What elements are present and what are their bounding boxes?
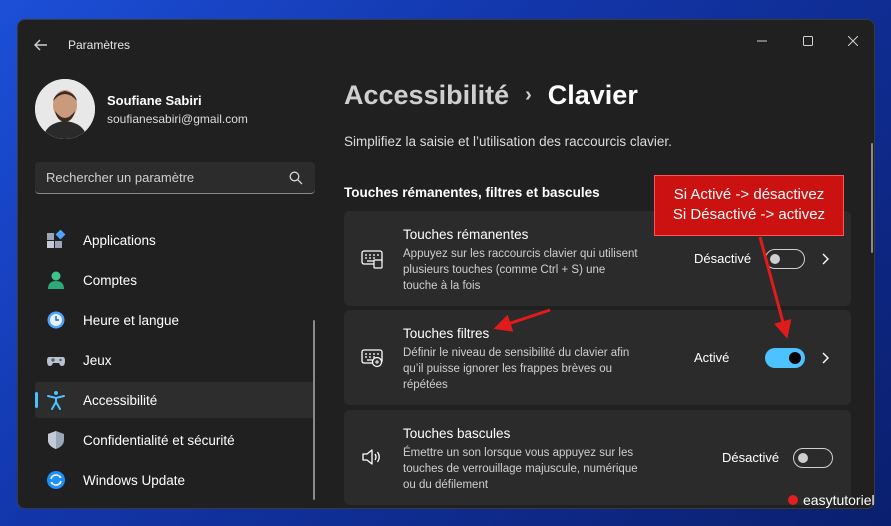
accounts-icon (45, 269, 67, 291)
sidebar-item-label: Windows Update (83, 472, 186, 488)
speaker-icon (362, 449, 380, 465)
avatar[interactable] (35, 79, 95, 139)
main-scrollbar[interactable] (871, 143, 873, 253)
chevron-right-icon[interactable] (819, 249, 833, 269)
search-input[interactable] (46, 170, 281, 185)
user-email: soufianesabiri@gmail.com (107, 112, 248, 126)
shield-icon (45, 429, 67, 451)
sidebar-item-label: Confidentialité et sécurité (83, 432, 235, 448)
chevron-right-icon[interactable] (819, 348, 833, 368)
annotation-callout: Si Activé -> désactivez Si Désactivé -> … (654, 175, 844, 236)
windows-update-icon (45, 469, 67, 491)
toggle-keys-toggle[interactable] (793, 448, 833, 468)
toggle-knob (770, 254, 780, 264)
watermark-text: easytutoriel (803, 492, 875, 508)
back-button[interactable] (30, 34, 52, 56)
filter-keys-icon (361, 349, 383, 368)
sidebar-item-label: Heure et langue (83, 312, 180, 328)
toggle-state-label: Activé (694, 350, 730, 365)
watermark: easytutoriel (788, 492, 875, 508)
section-title: Touches rémanentes, filtres et bascules (344, 185, 600, 200)
back-arrow-icon (34, 39, 47, 51)
card-description: Appuyez sur les raccourcis clavier qui u… (403, 248, 638, 292)
toggle-knob (789, 352, 801, 364)
sidebar-item-accessibilite[interactable]: Accessibilité (35, 382, 315, 418)
callout-line-2: Si Désactivé -> activez (672, 206, 826, 223)
sidebar-item-comptes[interactable]: Comptes (35, 262, 315, 298)
page-title: Clavier (547, 80, 638, 110)
search-box[interactable] (35, 162, 315, 194)
card-description: Définir le niveau de sensibilité du clav… (403, 347, 630, 391)
filter-keys-card[interactable]: Touches filtres Définir le niveau de sen… (344, 310, 851, 405)
maximize-icon (803, 36, 813, 46)
card-title: Touches rémanentes (403, 227, 529, 242)
sticky-keys-toggle[interactable] (765, 249, 805, 269)
sidebar-item-label: Jeux (83, 352, 112, 368)
sidebar-item-label: Applications (83, 232, 156, 248)
sidebar-nav: Applications Comptes Heure et langue Jeu… (35, 222, 315, 502)
user-photo-icon (35, 79, 95, 139)
close-button[interactable] (830, 26, 874, 56)
minimize-icon (757, 40, 767, 42)
app-title: Paramètres (68, 38, 131, 52)
accessibility-icon (45, 389, 67, 411)
settings-window: Paramètres Soufiane Sabiri soufianesabir… (17, 19, 875, 509)
sidebar-scrollbar[interactable] (313, 320, 315, 500)
watermark-logo-icon (788, 495, 798, 505)
sidebar-item-jeux[interactable]: Jeux (35, 342, 315, 378)
sidebar-item-confidentialite[interactable]: Confidentialité et sécurité (35, 422, 315, 458)
title-bar: Paramètres (18, 20, 874, 68)
maximize-button[interactable] (785, 26, 831, 56)
toggle-knob (798, 453, 808, 463)
gamepad-icon (45, 349, 67, 371)
sidebar-item-label: Comptes (83, 272, 138, 288)
toggle-state-label: Désactivé (694, 251, 752, 266)
breadcrumb-separator: › (525, 84, 532, 106)
toggle-state-label: Désactivé (722, 450, 780, 465)
toggle-keys-card[interactable]: Touches bascules Émettre un son lorsque … (344, 410, 851, 505)
sidebar-item-label: Accessibilité (83, 392, 158, 408)
sidebar-item-applications[interactable]: Applications (35, 222, 315, 258)
breadcrumb: Accessibilité › Clavier (344, 80, 638, 111)
sidebar-item-heure-langue[interactable]: Heure et langue (35, 302, 315, 338)
minimize-button[interactable] (739, 26, 785, 56)
close-icon (848, 36, 858, 46)
time-language-icon (45, 309, 67, 331)
apps-icon (45, 229, 67, 251)
filter-keys-toggle[interactable] (765, 348, 805, 368)
card-title: Touches bascules (403, 426, 511, 441)
sticky-keys-icon (361, 250, 383, 269)
breadcrumb-parent[interactable]: Accessibilité (344, 80, 509, 111)
user-name: Soufiane Sabiri (107, 93, 202, 108)
page-subtitle: Simplifiez la saisie et l’utilisation de… (344, 134, 672, 149)
sidebar-item-windows-update[interactable]: Windows Update (35, 462, 315, 498)
card-description: Émettre un son lorsque vous appuyez sur … (403, 447, 638, 491)
card-title: Touches filtres (403, 326, 490, 341)
search-icon[interactable] (289, 171, 303, 185)
callout-line-1: Si Activé -> désactivez (673, 186, 825, 203)
